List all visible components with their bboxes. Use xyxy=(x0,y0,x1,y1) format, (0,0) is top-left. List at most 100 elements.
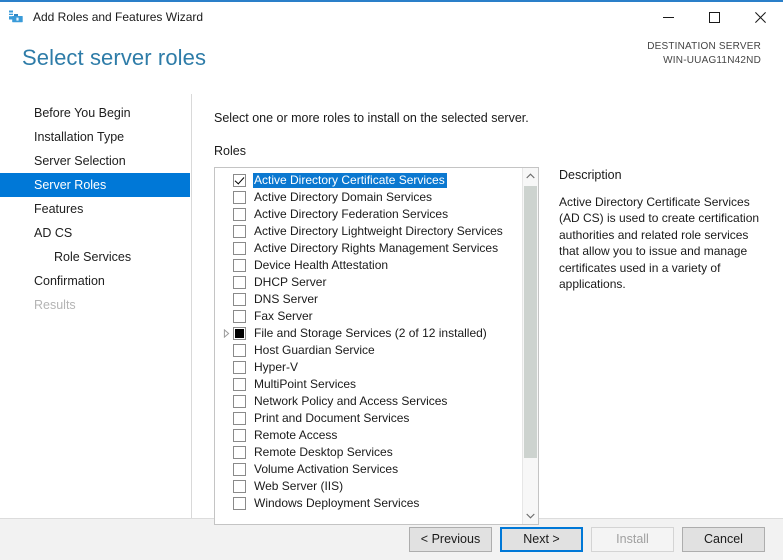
role-checkbox[interactable] xyxy=(233,224,246,238)
role-checkbox[interactable] xyxy=(233,411,246,425)
role-checkbox[interactable] xyxy=(233,377,246,391)
install-button: Install xyxy=(591,527,674,552)
roles-list: Active Directory Certificate Services Act… xyxy=(215,168,522,524)
role-row[interactable]: Web Server (IIS) xyxy=(215,478,522,495)
role-row[interactable]: Device Health Attestation xyxy=(215,257,522,274)
nav-item-server-selection[interactable]: Server Selection xyxy=(0,149,191,173)
roles-and-description-columns: Active Directory Certificate Services Act… xyxy=(214,166,783,525)
role-checkbox[interactable] xyxy=(233,241,246,255)
role-checkbox[interactable] xyxy=(233,445,246,459)
role-checkbox[interactable] xyxy=(233,292,246,306)
maximize-icon xyxy=(708,11,720,23)
role-label: Network Policy and Access Services xyxy=(254,393,448,408)
role-row[interactable]: Print and Document Services xyxy=(215,410,522,427)
role-label: Print and Document Services xyxy=(254,410,410,425)
scrollbar-thumb[interactable] xyxy=(524,185,537,458)
role-row[interactable]: DHCP Server xyxy=(215,274,522,291)
close-button[interactable] xyxy=(737,2,783,32)
role-checkbox[interactable] xyxy=(233,275,246,289)
chevron-down-icon xyxy=(526,513,535,519)
role-row[interactable]: Fax Server xyxy=(215,308,522,325)
role-checkbox[interactable] xyxy=(233,394,246,408)
role-row[interactable]: Hyper-V xyxy=(215,359,522,376)
wizard-content: Select one or more roles to install on t… xyxy=(192,94,783,525)
minimize-button[interactable] xyxy=(645,2,691,32)
previous-button[interactable]: < Previous xyxy=(409,527,492,552)
maximize-button[interactable] xyxy=(691,2,737,32)
role-label: Volume Activation Services xyxy=(254,461,399,476)
add-roles-features-wizard-window: Add Roles and Features Wizard Select ser… xyxy=(0,0,783,560)
role-row[interactable]: Volume Activation Services xyxy=(215,461,522,478)
cancel-button[interactable]: Cancel xyxy=(682,527,765,552)
wizard-navigation: Before You Begin Installation Type Serve… xyxy=(0,94,192,518)
scrollbar-track[interactable] xyxy=(523,184,538,508)
role-label: Hyper-V xyxy=(254,359,299,374)
role-row[interactable]: Host Guardian Service xyxy=(215,342,522,359)
role-checkbox[interactable] xyxy=(233,309,246,323)
nav-item-confirmation[interactable]: Confirmation xyxy=(0,269,191,293)
scroll-up-button[interactable] xyxy=(523,168,538,184)
role-row[interactable]: Active Directory Domain Services xyxy=(215,189,522,206)
close-icon xyxy=(754,11,766,23)
role-label: Web Server (IIS) xyxy=(254,478,344,493)
scroll-down-button[interactable] xyxy=(523,508,538,524)
window-title: Add Roles and Features Wizard xyxy=(33,10,204,24)
minimize-icon xyxy=(662,16,674,18)
role-label: Active Directory Rights Management Servi… xyxy=(254,240,499,255)
role-checkbox[interactable] xyxy=(233,428,246,442)
role-label: Active Directory Lightweight Directory S… xyxy=(254,223,503,238)
role-row[interactable]: Remote Desktop Services xyxy=(215,444,522,461)
server-manager-toolbox-icon xyxy=(8,9,25,26)
page-header: Select server roles DESTINATION SERVER W… xyxy=(0,32,783,94)
role-label: Windows Deployment Services xyxy=(254,495,420,510)
role-row[interactable]: MultiPoint Services xyxy=(215,376,522,393)
role-checkbox[interactable] xyxy=(233,326,246,340)
role-label: File and Storage Services (2 of 12 insta… xyxy=(254,325,487,340)
role-row[interactable]: File and Storage Services (2 of 12 insta… xyxy=(215,325,522,342)
roles-list-scrollbar[interactable] xyxy=(522,167,538,524)
role-label: Active Directory Federation Services xyxy=(254,206,449,221)
description-title: Description xyxy=(559,167,622,182)
role-checkbox[interactable] xyxy=(233,258,246,272)
next-button[interactable]: Next > xyxy=(500,527,583,552)
role-row[interactable]: Active Directory Lightweight Directory S… xyxy=(215,223,522,240)
role-checkbox[interactable] xyxy=(233,207,246,221)
role-label: Active Directory Domain Services xyxy=(254,189,433,204)
role-checkbox[interactable] xyxy=(233,462,246,476)
role-row[interactable]: Active Directory Federation Services xyxy=(215,206,522,223)
role-row[interactable]: Active Directory Rights Management Servi… xyxy=(215,240,522,257)
role-label: MultiPoint Services xyxy=(254,376,357,391)
nav-item-server-roles[interactable]: Server Roles xyxy=(0,173,190,197)
role-row[interactable]: DNS Server xyxy=(215,291,522,308)
role-label: DHCP Server xyxy=(254,274,327,289)
window-controls xyxy=(645,2,783,32)
role-checkbox[interactable] xyxy=(233,360,246,374)
role-row[interactable]: Active Directory Certificate Services xyxy=(215,172,522,189)
instruction-text: Select one or more roles to install on t… xyxy=(214,111,529,125)
role-label: Active Directory Certificate Services xyxy=(253,172,447,188)
description-text: Active Directory Certificate Services (A… xyxy=(559,194,760,292)
chevron-up-icon xyxy=(526,172,535,178)
role-checkbox[interactable] xyxy=(233,496,246,510)
role-row[interactable]: Remote Access xyxy=(215,427,522,444)
role-label: DNS Server xyxy=(254,291,319,306)
roles-listbox[interactable]: Active Directory Certificate Services Act… xyxy=(214,166,539,525)
role-checkbox[interactable] xyxy=(233,173,246,187)
nav-item-ad-cs[interactable]: AD CS xyxy=(0,221,191,245)
nav-item-installation-type[interactable]: Installation Type xyxy=(0,125,191,149)
description-panel: Description Active Directory Certificate… xyxy=(539,167,783,293)
role-label: Remote Access xyxy=(254,427,338,442)
role-label: Remote Desktop Services xyxy=(254,444,393,459)
nav-item-features[interactable]: Features xyxy=(0,197,191,221)
nav-item-role-services[interactable]: Role Services xyxy=(0,245,191,269)
destination-server-block: DESTINATION SERVER WIN-UUAG11N42ND xyxy=(647,40,761,67)
role-checkbox[interactable] xyxy=(233,343,246,357)
nav-item-results: Results xyxy=(34,298,76,312)
role-checkbox[interactable] xyxy=(233,479,246,493)
destination-server-label: DESTINATION SERVER xyxy=(647,41,761,52)
expand-triangle-icon[interactable] xyxy=(219,328,233,338)
role-row[interactable]: Network Policy and Access Services xyxy=(215,393,522,410)
nav-item-before-you-begin[interactable]: Before You Begin xyxy=(0,101,191,125)
role-row[interactable]: Windows Deployment Services xyxy=(215,495,522,512)
role-checkbox[interactable] xyxy=(233,190,246,204)
